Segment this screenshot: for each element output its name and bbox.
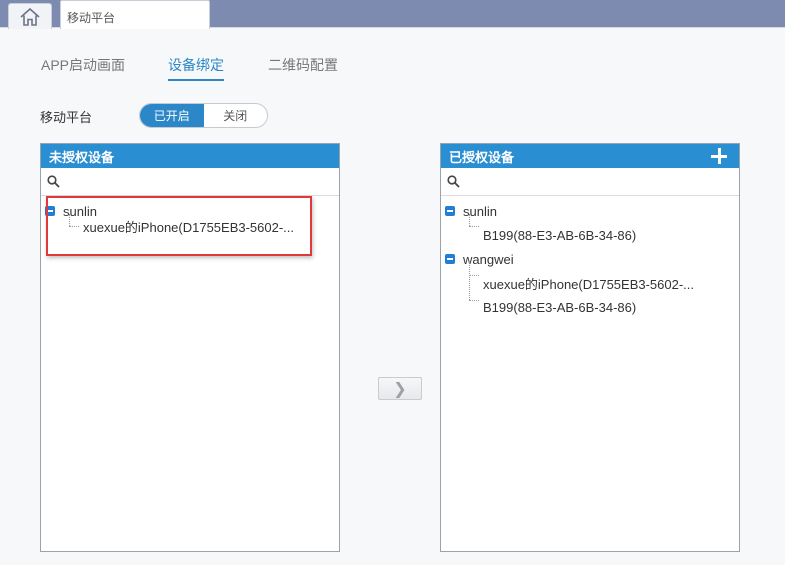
toggle-off-option[interactable]: 关闭 bbox=[204, 104, 268, 127]
toggle-on-option[interactable]: 已开启 bbox=[140, 104, 204, 127]
unauthorized-devices-panel: 未授权设备 sunlin xuexue的iPhone(D1755EB3-5602… bbox=[40, 143, 340, 552]
collapse-minus-icon[interactable] bbox=[445, 206, 455, 216]
tab-app-launch-screen[interactable]: APP启动画面 bbox=[41, 55, 125, 81]
home-icon bbox=[20, 7, 40, 26]
search-icon bbox=[447, 175, 460, 188]
unauthorized-search-input[interactable] bbox=[64, 170, 339, 193]
unauthorized-panel-title: 未授权设备 bbox=[49, 149, 115, 165]
tree-connector bbox=[69, 214, 70, 226]
platform-label: 移动平台 bbox=[40, 110, 93, 125]
tree-device-label: xuexue的iPhone(D1755EB3-5602-... bbox=[483, 276, 695, 292]
tree-device-item[interactable]: B199(88-E3-AB-6B-34-86) bbox=[483, 225, 636, 245]
authorized-devices-panel: 已授权设备 sunlin B199(88-E3-AB-6B-34-86) wan… bbox=[440, 143, 740, 552]
search-icon bbox=[47, 175, 60, 188]
tree-connector bbox=[69, 226, 79, 227]
unauthorized-search-bar bbox=[41, 168, 339, 196]
tree-device-label: B199(88-E3-AB-6B-34-86) bbox=[483, 299, 637, 315]
tree-connector bbox=[469, 226, 479, 227]
authorized-panel-header: 已授权设备 bbox=[441, 144, 739, 168]
unauthorized-panel-header: 未授权设备 bbox=[41, 144, 339, 168]
authorized-search-input[interactable] bbox=[464, 170, 739, 193]
platform-toggle[interactable]: 已开启 关闭 bbox=[139, 103, 268, 128]
plus-icon[interactable] bbox=[709, 146, 729, 166]
authorized-search-bar bbox=[441, 168, 739, 196]
tree-device-item[interactable]: B199(88-E3-AB-6B-34-86) bbox=[483, 297, 636, 317]
tree-connector bbox=[469, 262, 470, 300]
tree-connector bbox=[469, 214, 470, 226]
collapse-minus-icon[interactable] bbox=[445, 254, 455, 264]
tab-qrcode-config[interactable]: 二维码配置 bbox=[268, 55, 338, 81]
move-to-authorized-button[interactable]: ❯ bbox=[378, 377, 422, 400]
tree-device-item[interactable]: xuexue的iPhone(D1755EB3-5602-... bbox=[483, 273, 694, 293]
tree-user-label: wangwei bbox=[463, 251, 514, 267]
tree-connector bbox=[469, 300, 479, 301]
page-tab-mobile-platform[interactable]: 移动平台 bbox=[60, 0, 210, 29]
tree-user-node[interactable]: wangwei bbox=[445, 249, 514, 269]
tree-device-label: B199(88-E3-AB-6B-34-86) bbox=[483, 227, 637, 243]
top-tab-strip: 移动平台 bbox=[0, 0, 785, 29]
authorized-panel-title: 已授权设备 bbox=[449, 149, 515, 165]
tab-device-binding[interactable]: 设备绑定 bbox=[168, 55, 224, 81]
tree-connector bbox=[469, 275, 479, 276]
home-button[interactable] bbox=[8, 3, 52, 29]
collapse-minus-icon[interactable] bbox=[45, 206, 55, 216]
tree-device-label: xuexue的iPhone(D1755EB3-5602-... bbox=[83, 219, 295, 235]
chevron-right-icon: ❯ bbox=[393, 380, 407, 398]
tree-user-node[interactable]: sunlin bbox=[445, 201, 497, 221]
tree-device-item[interactable]: xuexue的iPhone(D1755EB3-5602-... bbox=[83, 216, 294, 236]
